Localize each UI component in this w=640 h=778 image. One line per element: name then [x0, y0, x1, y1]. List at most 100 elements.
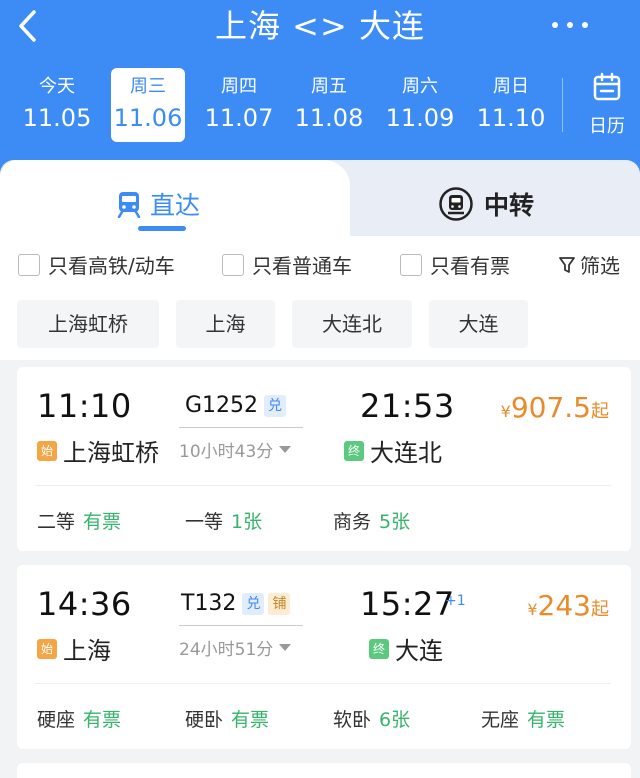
tab-direct-label-group[interactable]: 直达 [116, 186, 200, 222]
arrival-station-name: 大连 [395, 637, 443, 665]
tab-transfer[interactable]: 中转 [438, 186, 534, 222]
funnel-icon [559, 256, 575, 273]
departure-station: 始 上海 [37, 631, 111, 666]
train-card[interactable]: 14:36 始 上海 T132 兑 铺 24小时51分 15:27 +1 终 大… [17, 565, 631, 749]
start-badge: 始 [37, 440, 57, 461]
price-currency: ¥ [527, 600, 538, 619]
seat-status: 6张 [379, 709, 411, 731]
station-chip-dalian[interactable]: 大连 [429, 300, 528, 348]
date-value: 11.10 [476, 104, 546, 132]
arrival-station-name: 大连北 [370, 439, 442, 467]
seat-type: 硬卧 [185, 709, 224, 731]
checkbox-box[interactable] [400, 253, 422, 276]
date-tab-thu[interactable]: 周四 11.07 [202, 68, 276, 142]
berth-tag: 铺 [268, 592, 291, 615]
card-divider [35, 485, 611, 486]
seat-type: 商务 [333, 511, 372, 533]
seat-type: 无座 [481, 709, 520, 731]
station-chip-dalian-north[interactable]: 大连北 [292, 300, 412, 348]
station-chip-hongqiao[interactable]: 上海虹桥 [17, 300, 159, 348]
price-amount: 907.5 [510, 391, 591, 424]
price-currency: ¥ [500, 402, 511, 421]
seat-info: 硬座 有票 [37, 705, 121, 732]
seat-info: 二等 有票 [37, 507, 121, 534]
duration-toggle[interactable]: 10小时43分 [179, 437, 292, 462]
seat-status: 有票 [231, 709, 270, 731]
duration-text: 10小时43分 [179, 442, 274, 462]
filter-button[interactable]: 筛选 [558, 250, 620, 279]
seat-info: 无座 有票 [481, 705, 565, 732]
duration-toggle[interactable]: 24小时51分 [179, 635, 292, 660]
duration-text: 24小时51分 [179, 640, 274, 660]
tab-transfer-label: 中转 [484, 191, 535, 220]
date-value: 11.08 [294, 104, 364, 132]
price: ¥ 907.5 起 [501, 391, 609, 424]
filter-available-checkbox[interactable]: 只看有票 [400, 250, 510, 279]
seat-info: 一等 1张 [185, 507, 262, 534]
transfer-train-icon [439, 187, 473, 221]
start-badge: 始 [37, 638, 57, 659]
train-card[interactable]: 11:10 始 上海虹桥 G1252 兑 10小时43分 21:53 终 大连北… [17, 367, 631, 551]
caret-down-icon [279, 446, 292, 453]
arrival-station: 终 大连北 [344, 433, 442, 468]
checkbox-box[interactable] [222, 253, 244, 276]
departure-station-name: 上海 [63, 637, 111, 665]
date-tab-today[interactable]: 今天 11.05 [20, 68, 94, 142]
route-line [179, 427, 303, 428]
train-card[interactable] [17, 763, 631, 778]
date-tab-sat[interactable]: 周六 11.09 [383, 68, 457, 142]
arrival-station: 终 大连 [369, 631, 443, 666]
seat-type: 二等 [37, 511, 76, 533]
redeem-tag: 兑 [242, 592, 265, 615]
calendar-button[interactable]: 日历 [578, 72, 636, 142]
seat-type: 软卧 [333, 709, 372, 731]
date-value: 11.06 [113, 104, 183, 132]
seat-info: 软卧 6张 [333, 705, 410, 732]
train-number: T132 兑 铺 [181, 591, 291, 616]
filter-high-speed-label: 只看高铁/动车 [48, 254, 175, 278]
station-chip-shanghai[interactable]: 上海 [176, 300, 275, 348]
departure-time: 11:10 [37, 387, 132, 425]
date-weekday: 周三 [130, 76, 166, 97]
filter-available-label: 只看有票 [430, 254, 510, 278]
departure-time: 14:36 [37, 585, 132, 623]
filter-normal-label: 只看普通车 [252, 254, 352, 278]
train-icon [117, 192, 141, 218]
date-weekday: 周六 [402, 76, 438, 97]
seat-status: 有票 [83, 511, 122, 533]
seat-status: 1张 [231, 511, 263, 533]
date-tab-fri[interactable]: 周五 11.08 [292, 68, 366, 142]
seat-type: 一等 [185, 511, 224, 533]
checkbox-box[interactable] [18, 253, 40, 276]
more-button[interactable] [550, 12, 590, 36]
caret-down-icon [279, 644, 292, 651]
filter-normal-checkbox[interactable]: 只看普通车 [222, 250, 352, 279]
date-value: 11.07 [204, 104, 274, 132]
date-weekday: 今天 [39, 76, 75, 97]
seat-type: 硬座 [37, 709, 76, 731]
card-divider [35, 683, 611, 684]
price-suffix: 起 [591, 401, 609, 422]
tab-direct-label: 直达 [150, 191, 201, 220]
train-number: G1252 兑 [185, 393, 287, 418]
calendar-label: 日历 [589, 116, 625, 137]
calendar-icon [593, 72, 621, 101]
redeem-tag: 兑 [264, 394, 287, 417]
page-title: 上海 <> 大连 [215, 7, 425, 45]
end-badge: 终 [369, 638, 389, 659]
seat-info: 商务 5张 [333, 507, 410, 534]
date-value: 11.05 [22, 104, 92, 132]
date-tab-wed[interactable]: 周三 11.06 [111, 68, 185, 142]
route-line [179, 625, 303, 626]
end-badge: 终 [344, 440, 364, 461]
price-amount: 243 [537, 589, 591, 622]
calendar-divider [562, 78, 563, 132]
date-weekday: 周日 [493, 76, 529, 97]
tab-direct-indicator [138, 226, 186, 231]
date-tab-sun[interactable]: 周日 11.10 [474, 68, 548, 142]
seat-status: 有票 [83, 709, 122, 731]
departure-station-name: 上海虹桥 [63, 439, 159, 467]
filter-button-label: 筛选 [580, 254, 620, 278]
price-suffix: 起 [591, 599, 609, 620]
filter-high-speed-checkbox[interactable]: 只看高铁/动车 [18, 250, 175, 279]
